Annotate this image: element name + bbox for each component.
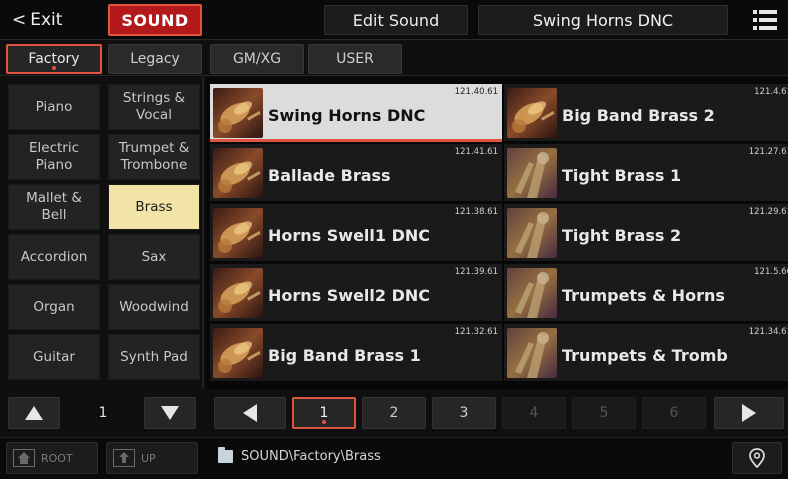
- current-sound-display[interactable]: Swing Horns DNC: [478, 5, 728, 35]
- sound-program-number: 121.32.61: [454, 327, 498, 337]
- category-page-number: 1: [98, 405, 108, 421]
- category-piano[interactable]: Piano: [8, 84, 100, 130]
- sound-name: Ballade Brass: [268, 166, 391, 185]
- sound-mode-button[interactable]: SOUND: [108, 4, 202, 36]
- page-button-4: 4: [502, 397, 566, 429]
- sound-name: Tight Brass 1: [562, 166, 682, 185]
- sound-program-number: 121.5.60: [754, 267, 788, 277]
- sound-program-number: 121.40.61: [454, 87, 498, 97]
- up-button[interactable]: UP: [106, 442, 198, 474]
- sound-item[interactable]: Swing Horns DNC 121.40.61: [210, 84, 502, 142]
- folder-icon: [218, 447, 233, 463]
- page-button-1[interactable]: 1: [292, 397, 356, 429]
- category-trumpet-trombone[interactable]: Trumpet & Trombone: [108, 134, 200, 180]
- trumpet-thumbnail-icon: [507, 208, 557, 258]
- arrow-right-icon: [742, 404, 756, 422]
- category-guitar[interactable]: Guitar: [8, 334, 100, 380]
- category-strings-vocal[interactable]: Strings & Vocal: [108, 84, 200, 130]
- sound-name: Big Band Brass 2: [562, 106, 715, 125]
- brass-thumbnail-icon: [213, 268, 263, 318]
- sound-item[interactable]: Trumpets & Tromb 121.34.61: [504, 324, 788, 382]
- sound-program-number: 121.29.61: [748, 207, 788, 217]
- location-pin-button[interactable]: [732, 442, 782, 474]
- root-button[interactable]: ROOT: [6, 442, 98, 474]
- sound-item[interactable]: Tight Brass 1 121.27.61: [504, 144, 788, 202]
- chevron-left-icon: <: [12, 10, 27, 30]
- trumpet-thumbnail-icon: [507, 148, 557, 198]
- path-text: SOUND\Factory\Brass: [241, 449, 381, 464]
- sound-name: Trumpets & Tromb: [562, 346, 728, 365]
- sound-item[interactable]: Tight Brass 2 121.29.61: [504, 204, 788, 262]
- sound-item[interactable]: Horns Swell1 DNC 121.38.61: [210, 204, 502, 262]
- category-accordion[interactable]: Accordion: [8, 234, 100, 280]
- menu-icon[interactable]: [748, 6, 782, 34]
- page-prev-button[interactable]: [214, 397, 286, 429]
- sound-name: Horns Swell2 DNC: [268, 286, 430, 305]
- sound-program-number: 121.41.61: [454, 147, 498, 157]
- sound-name: Swing Horns DNC: [268, 106, 426, 125]
- sound-program-number: 121.4.61: [754, 87, 788, 97]
- category-up-button[interactable]: [8, 397, 60, 429]
- sound-program-number: 121.39.61: [454, 267, 498, 277]
- sound-name: Tight Brass 2: [562, 226, 682, 245]
- folder-up-icon: [113, 449, 135, 467]
- exit-button[interactable]: < Exit: [4, 4, 100, 36]
- brass-thumbnail-icon: [213, 88, 263, 138]
- arrow-down-icon: [161, 406, 179, 420]
- home-icon: [13, 449, 35, 467]
- category-electric-piano[interactable]: Electric Piano: [8, 134, 100, 180]
- sound-item[interactable]: Trumpets & Horns 121.5.60: [504, 264, 788, 322]
- category-brass[interactable]: Brass: [108, 184, 200, 230]
- page-button-3[interactable]: 3: [432, 397, 496, 429]
- sound-program-number: 121.34.61: [748, 327, 788, 337]
- up-label: UP: [141, 451, 156, 465]
- category-synth-pad[interactable]: Synth Pad: [108, 334, 200, 380]
- location-pin-icon: [749, 448, 765, 468]
- brass-thumbnail-icon: [213, 328, 263, 378]
- exit-label: Exit: [30, 10, 63, 30]
- page-button-2[interactable]: 2: [362, 397, 426, 429]
- tab-legacy[interactable]: Legacy: [108, 44, 202, 74]
- sound-item[interactable]: Big Band Brass 2 121.4.61: [504, 84, 788, 142]
- trumpet-thumbnail-icon: [507, 328, 557, 378]
- sound-name: Big Band Brass 1: [268, 346, 421, 365]
- trumpet-thumbnail-icon: [507, 268, 557, 318]
- arrow-up-icon: [25, 406, 43, 420]
- sound-name: Horns Swell1 DNC: [268, 226, 430, 245]
- category-down-button[interactable]: [144, 397, 196, 429]
- tab-factory[interactable]: Factory: [6, 44, 102, 74]
- brass-thumbnail-icon: [213, 148, 263, 198]
- sound-program-number: 121.27.61: [748, 147, 788, 157]
- arrow-left-icon: [243, 404, 257, 422]
- brass-thumbnail-icon: [213, 208, 263, 258]
- sound-item[interactable]: Big Band Brass 1 121.32.61: [210, 324, 502, 382]
- sound-program-number: 121.38.61: [454, 207, 498, 217]
- category-organ[interactable]: Organ: [8, 284, 100, 330]
- category-mallet-bell[interactable]: Mallet & Bell: [8, 184, 100, 230]
- page-button-6: 6: [642, 397, 706, 429]
- edit-sound-button[interactable]: Edit Sound: [324, 5, 468, 35]
- sound-item[interactable]: Ballade Brass 121.41.61: [210, 144, 502, 202]
- category-sax[interactable]: Sax: [108, 234, 200, 280]
- page-next-button[interactable]: [714, 397, 784, 429]
- tab-user[interactable]: USER: [308, 44, 402, 74]
- brass-thumbnail-icon: [507, 88, 557, 138]
- sound-item[interactable]: Horns Swell2 DNC 121.39.61: [210, 264, 502, 322]
- current-path: SOUND\Factory\Brass: [218, 447, 381, 464]
- root-label: ROOT: [41, 451, 73, 465]
- tab-gm-xg[interactable]: GM/XG: [210, 44, 304, 74]
- page-button-5: 5: [572, 397, 636, 429]
- sound-name: Trumpets & Horns: [562, 286, 725, 305]
- category-woodwind[interactable]: Woodwind: [108, 284, 200, 330]
